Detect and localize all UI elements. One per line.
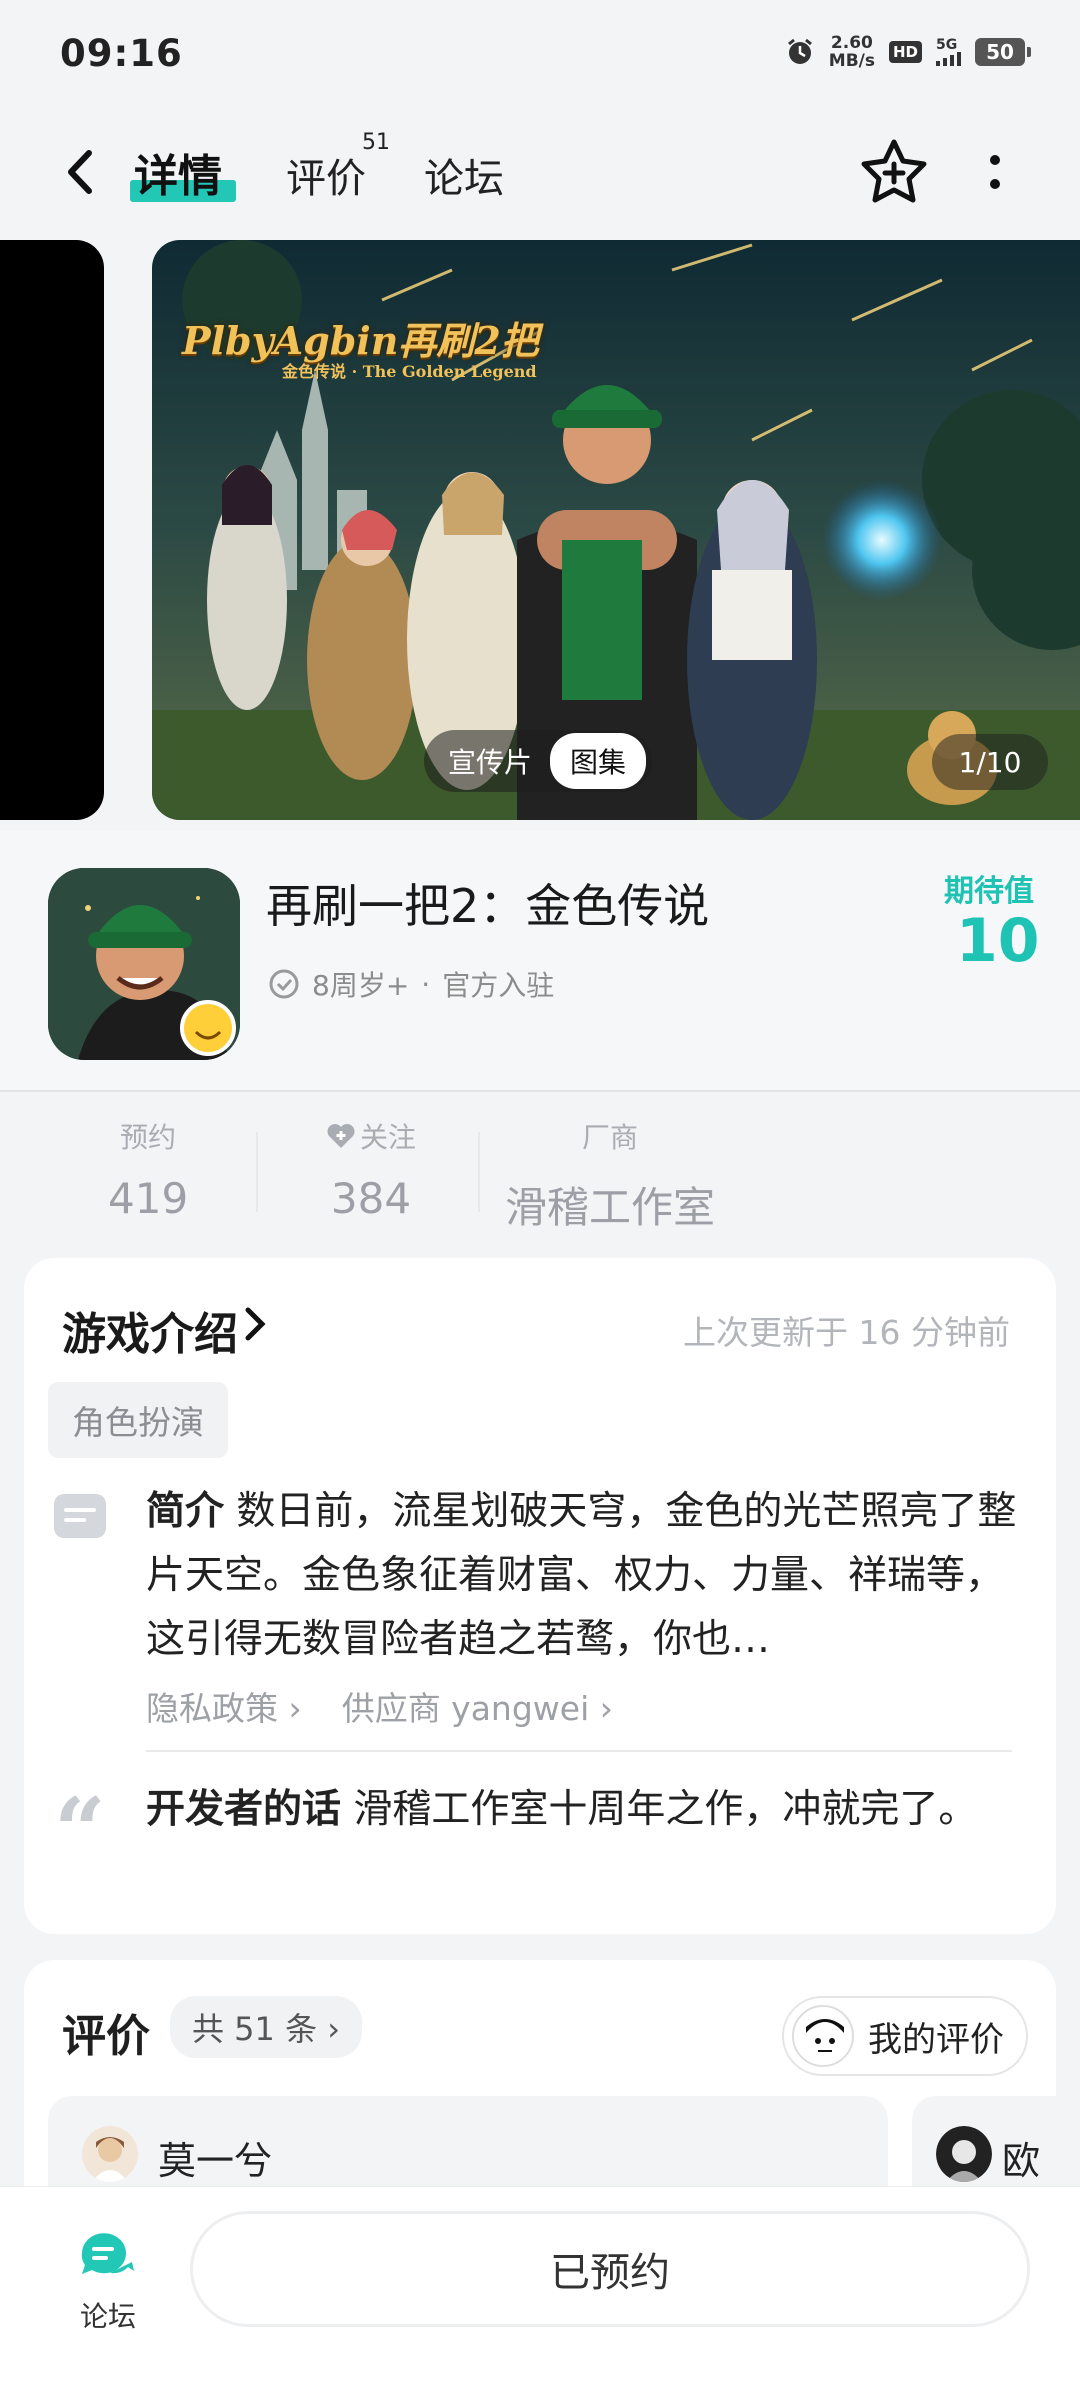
reviews-count-button[interactable]: 共 51 条 › xyxy=(170,1996,363,2058)
stat-value: 419 xyxy=(108,1174,189,1223)
app-icon-art xyxy=(48,868,240,1060)
top-nav: 详情 评价 51 论坛 xyxy=(0,110,1080,230)
intro-title[interactable]: 游戏介绍 xyxy=(62,1298,238,1362)
reviewer-avatar xyxy=(936,2126,992,2182)
tab-details[interactable]: 详情 xyxy=(134,140,222,204)
app-meta: 8周岁+ · 官方入驻 xyxy=(268,964,554,1004)
my-review-label: 我的评价 xyxy=(868,2019,1004,2060)
tab-reviews[interactable]: 评价 xyxy=(286,146,366,204)
app-info: 再刷一把2：金色传说 8周岁+ · 官方入驻 期待值 10 xyxy=(0,830,1080,1090)
chevron-right-icon xyxy=(245,1307,266,1341)
forum-icon[interactable] xyxy=(76,2227,136,2287)
description-label: 简介 xyxy=(146,1489,225,1534)
status-icons: 2.60 MB/s HD 5G 50 xyxy=(785,34,1031,70)
game-intro-card: 游戏介绍 上次更新于 16 分钟前 角色扮演 简介 数日前，流星划破天穹，金色的… xyxy=(24,1258,1056,1934)
stats-row: 预约 419 关注 384 厂商 滑稽工作室 xyxy=(0,1100,1080,1250)
favorite-button[interactable] xyxy=(856,134,932,210)
tab-reviews-badge: 51 xyxy=(362,130,390,155)
reviews-title: 评价 xyxy=(62,2011,150,2062)
media-counter: 1/10 xyxy=(932,734,1048,790)
signal-icon: 5G xyxy=(936,38,961,66)
age-rating: 8周岁+ xyxy=(312,969,410,1002)
toggle-gallery[interactable]: 图集 xyxy=(550,733,647,789)
meta-separator: · xyxy=(421,967,431,1001)
intro-divider xyxy=(146,1750,1012,1752)
app-icon xyxy=(48,868,240,1060)
net-speed: 2.60 MB/s xyxy=(829,34,875,70)
stat-label: 关注 xyxy=(359,1121,416,1154)
reviewer-avatar xyxy=(82,2126,138,2182)
supplier-link[interactable]: 供应商 yangwei › xyxy=(342,1682,613,1730)
stat-divider xyxy=(256,1132,258,1212)
user-avatar xyxy=(792,2005,854,2067)
my-review-button[interactable]: 我的评价 xyxy=(782,1996,1028,2076)
more-options-button[interactable] xyxy=(975,140,1015,204)
battery-level: 50 xyxy=(986,40,1014,64)
reviewer-name: 欧 xyxy=(1002,2139,1041,2183)
intro-links: 隐私政策 › 供应商 yangwei › xyxy=(146,1682,613,1730)
expectation-value: 10 xyxy=(956,906,1040,976)
hd-badge: HD xyxy=(888,41,922,63)
forum-label[interactable]: 论坛 xyxy=(80,2295,136,2335)
more-dot-icon xyxy=(990,155,1000,165)
official-label: 官方入驻 xyxy=(442,969,555,1002)
back-button[interactable] xyxy=(50,142,110,202)
description[interactable]: 简介 数日前，流星划破天穹，金色的光芒照亮了整片天空。金色象征着财富、权力、力量… xyxy=(146,1480,1026,1672)
more-dot-icon xyxy=(990,179,1000,189)
stat-label: 厂商 xyxy=(581,1121,638,1154)
battery-icon: 50 xyxy=(975,38,1031,66)
heart-plus-icon xyxy=(327,1124,355,1148)
net-speed-unit: MB/s xyxy=(828,51,875,71)
check-circle-icon xyxy=(269,969,299,999)
stat-divider xyxy=(478,1132,480,1212)
back-arrow-icon xyxy=(68,150,92,194)
status-time: 09:16 xyxy=(60,32,183,75)
media-type-toggle: 宣传片 图集 xyxy=(424,730,653,792)
description-text: 数日前，流星划破天穹，金色的光芒照亮了整片天空。金色象征着财富、权力、力量、祥瑞… xyxy=(146,1489,1017,1662)
stat-developer[interactable]: 厂商 滑稽工作室 xyxy=(500,1116,720,1235)
net-speed-value: 2.60 xyxy=(830,33,873,53)
stat-followers[interactable]: 关注 384 xyxy=(316,1116,426,1223)
tab-forum[interactable]: 论坛 xyxy=(424,146,504,204)
reviewer-name: 莫一兮 xyxy=(158,2139,273,2183)
stat-value: 滑稽工作室 xyxy=(504,1183,715,1232)
developer-note-text: 滑稽工作室十周年之作，冲就完了。 xyxy=(353,1787,978,1832)
game-logo-subtitle: 金色传说 · The Golden Legend xyxy=(282,362,537,381)
game-logo: PlbyAgbin再刷2把 xyxy=(182,318,539,363)
genre-tag[interactable]: 角色扮演 xyxy=(48,1382,228,1458)
stat-label: 预约 xyxy=(119,1121,176,1154)
section-divider xyxy=(0,1090,1080,1092)
hero-image[interactable]: PlbyAgbin再刷2把 金色传说 · The Golden Legend 宣… xyxy=(152,240,1080,820)
developer-note: 开发者的话 滑稽工作室十周年之作，冲就完了。 xyxy=(146,1778,1006,1842)
bottom-action-bar: 论坛 已预约 xyxy=(0,2186,1080,2400)
stat-value: 384 xyxy=(330,1174,412,1223)
status-bar: 09:16 2.60 MB/s HD 5G 50 xyxy=(0,0,1080,110)
privacy-policy-link[interactable]: 隐私政策 › xyxy=(146,1682,302,1730)
alarm-icon xyxy=(787,38,812,64)
media-carousel-prev[interactable] xyxy=(0,240,104,820)
last-updated: 上次更新于 16 分钟前 xyxy=(683,1313,1010,1352)
network-label: 5G xyxy=(936,37,958,53)
expectation-label: 期待值 xyxy=(944,874,1034,909)
toggle-trailer[interactable]: 宣传片 xyxy=(448,741,532,781)
description-icon xyxy=(54,1494,106,1538)
quote-icon: “ xyxy=(54,1778,106,1884)
app-title: 再刷一把2：金色传说 xyxy=(266,879,710,933)
reserved-button[interactable]: 已预约 xyxy=(190,2211,1030,2327)
star-plus-icon xyxy=(861,139,927,203)
stat-reservations: 预约 419 xyxy=(108,1116,188,1223)
developer-note-label: 开发者的话 xyxy=(146,1787,342,1832)
